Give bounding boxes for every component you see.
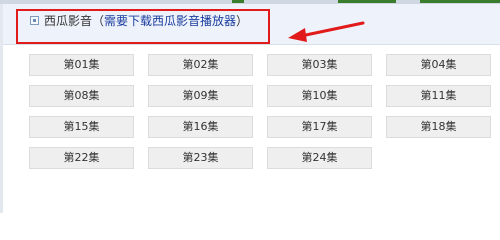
episode-button[interactable]: 第23集 xyxy=(148,147,253,169)
episode-button[interactable]: 第18集 xyxy=(386,116,491,138)
episode-button[interactable]: 第08集 xyxy=(29,85,134,107)
episode-button[interactable]: 第17集 xyxy=(267,116,372,138)
top-tab-accent xyxy=(420,0,500,3)
episode-button[interactable]: 第22集 xyxy=(29,147,134,169)
episode-button[interactable]: 第10集 xyxy=(267,85,372,107)
episode-button[interactable]: 第02集 xyxy=(148,54,253,76)
red-arrow-icon xyxy=(288,21,365,42)
episode-button[interactable]: 第01集 xyxy=(29,54,134,76)
episode-button[interactable]: 第04集 xyxy=(386,54,491,76)
episode-button[interactable]: 第24集 xyxy=(267,147,372,169)
episode-button[interactable]: 第16集 xyxy=(148,116,253,138)
episode-button[interactable]: 第03集 xyxy=(267,54,372,76)
top-tab-accent xyxy=(338,0,396,3)
episode-button[interactable]: 第11集 xyxy=(386,85,491,107)
episode-button[interactable]: 第15集 xyxy=(29,116,134,138)
highlight-box xyxy=(16,9,270,44)
top-tab-accent xyxy=(232,0,244,3)
episode-button[interactable]: 第09集 xyxy=(148,85,253,107)
